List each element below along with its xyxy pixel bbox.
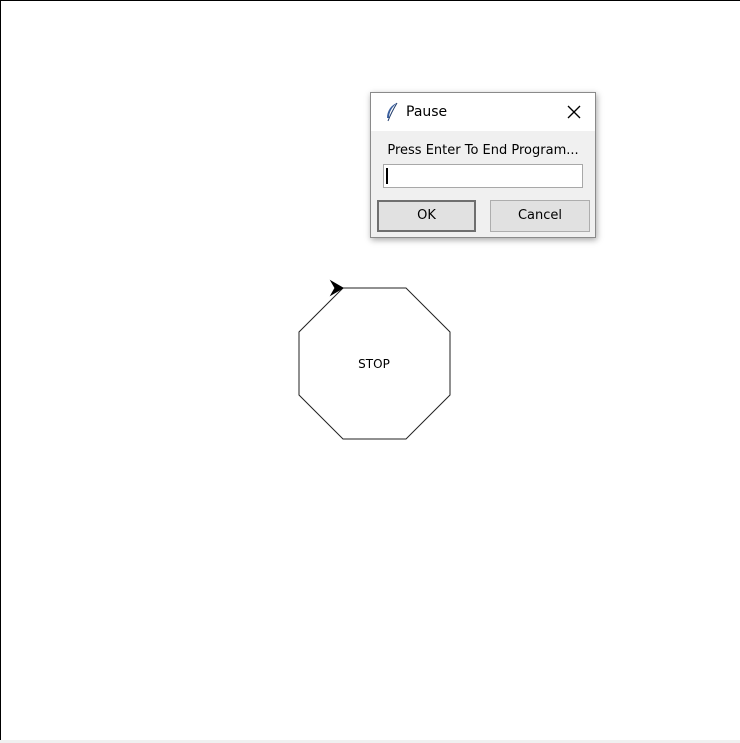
feather-icon (387, 102, 398, 122)
ok-button[interactable]: OK (377, 200, 476, 232)
dialog-prompt: Press Enter To End Program... (387, 143, 579, 158)
cancel-button[interactable]: Cancel (490, 200, 590, 232)
pause-dialog: Pause Press Enter To End Program... OK C… (370, 92, 596, 238)
dialog-title: Pause (406, 104, 448, 120)
turtle-arrow-icon (329, 279, 344, 297)
text-caret (386, 168, 388, 184)
input-field[interactable] (383, 164, 583, 188)
stop-label: STOP (358, 357, 390, 371)
close-icon[interactable] (561, 101, 587, 123)
dialog-titlebar[interactable]: Pause (371, 93, 595, 131)
